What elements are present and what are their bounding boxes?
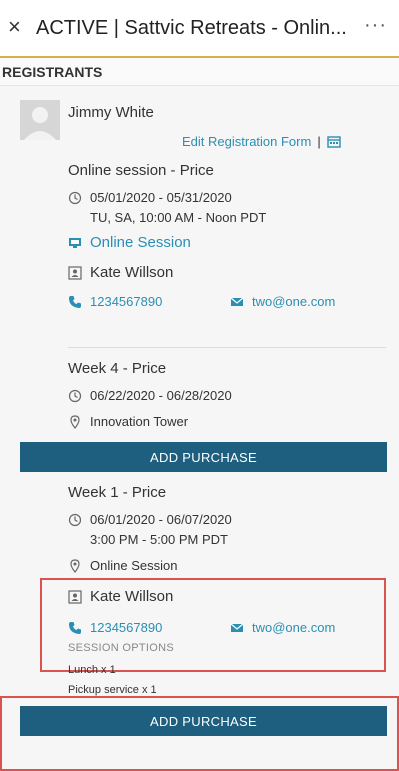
monitor-icon [69, 237, 81, 248]
location-row: Online Session [68, 558, 177, 573]
divider [68, 347, 386, 348]
date-row: 05/01/2020 - 05/31/2020 [68, 190, 232, 205]
date-row: 06/22/2020 - 06/28/2020 [68, 388, 232, 403]
option-item: Pickup service x 1 [68, 684, 157, 696]
date-row: 06/01/2020 - 06/07/2020 [68, 512, 232, 527]
session-times: 3:00 PM - 5:00 PM PDT [90, 532, 228, 547]
location-pin-icon [70, 414, 80, 429]
clock-icon [68, 191, 82, 204]
edit-registration-row: Edit Registration Form | [182, 134, 341, 149]
id-card-icon [68, 589, 82, 604]
instructor-row: Kate Willson [68, 264, 173, 281]
purchase-title: Week 4 - Price [68, 360, 167, 377]
email-link[interactable]: two@one.com [252, 620, 335, 635]
session-times: TU, SA, 10:00 AM - Noon PDT [90, 210, 267, 225]
online-session-link[interactable]: Online Session [90, 234, 191, 251]
time-row: TU, SA, 10:00 AM - Noon PDT [90, 210, 266, 225]
contact-row: 1234567890 [68, 294, 162, 309]
location-row: Innovation Tower [68, 414, 188, 429]
phone-icon [69, 295, 81, 308]
window-title: ACTIVE | Sattvic Retreats - Onlin... [36, 17, 346, 39]
close-icon[interactable]: × [8, 16, 21, 38]
location-pin-icon [70, 558, 80, 573]
avatar [20, 100, 60, 140]
mail-icon [230, 623, 244, 632]
purchase-title: Week 1 - Price [68, 484, 167, 501]
date-range: 06/22/2020 - 06/28/2020 [90, 388, 232, 403]
purchase-title: Online session - Price [68, 162, 214, 179]
date-range: 06/01/2020 - 06/07/2020 [90, 512, 232, 527]
location-row: Online Session [68, 234, 191, 251]
instructor-row: Kate Willson [68, 588, 173, 605]
email-row: two@one.com [230, 294, 335, 309]
calendar-icon[interactable] [327, 135, 341, 148]
instructor-name: Kate Willson [90, 588, 174, 605]
phone-link[interactable]: 1234567890 [90, 294, 162, 309]
email-link[interactable]: two@one.com [252, 294, 335, 309]
time-row: 3:00 PM - 5:00 PM PDT [90, 532, 228, 547]
date-range: 05/01/2020 - 05/31/2020 [90, 190, 232, 205]
add-purchase-button[interactable]: ADD PURCHASE [20, 706, 387, 736]
id-card-icon [68, 265, 82, 280]
mail-icon [230, 297, 244, 306]
session-options-heading: SESSION OPTIONS [68, 642, 174, 654]
section-header: REGISTRANTS [0, 58, 399, 86]
contact-row: 1234567890 [68, 620, 162, 635]
email-row: two@one.com [230, 620, 335, 635]
option-item: Lunch x 1 [68, 664, 116, 676]
separator: | [317, 134, 321, 149]
more-icon[interactable]: ··· [364, 14, 387, 37]
registrant-name: Jimmy White [68, 104, 154, 121]
registrants-heading: REGISTRANTS [2, 64, 103, 80]
clock-icon [68, 513, 82, 526]
location-name: Online Session [90, 558, 178, 573]
registrants-panel: Jimmy White Edit Registration Form | Onli… [0, 86, 399, 771]
clock-icon [68, 389, 82, 402]
phone-link[interactable]: 1234567890 [90, 620, 162, 635]
instructor-name: Kate Willson [90, 264, 174, 281]
edit-registration-link[interactable]: Edit Registration Form [182, 134, 311, 149]
avatar-icon [24, 107, 56, 140]
add-purchase-button[interactable]: ADD PURCHASE [20, 442, 387, 472]
phone-icon [69, 621, 81, 634]
location-name: Innovation Tower [90, 414, 189, 429]
title-bar: × ACTIVE | Sattvic Retreats - Onlin... ·… [0, 0, 399, 58]
